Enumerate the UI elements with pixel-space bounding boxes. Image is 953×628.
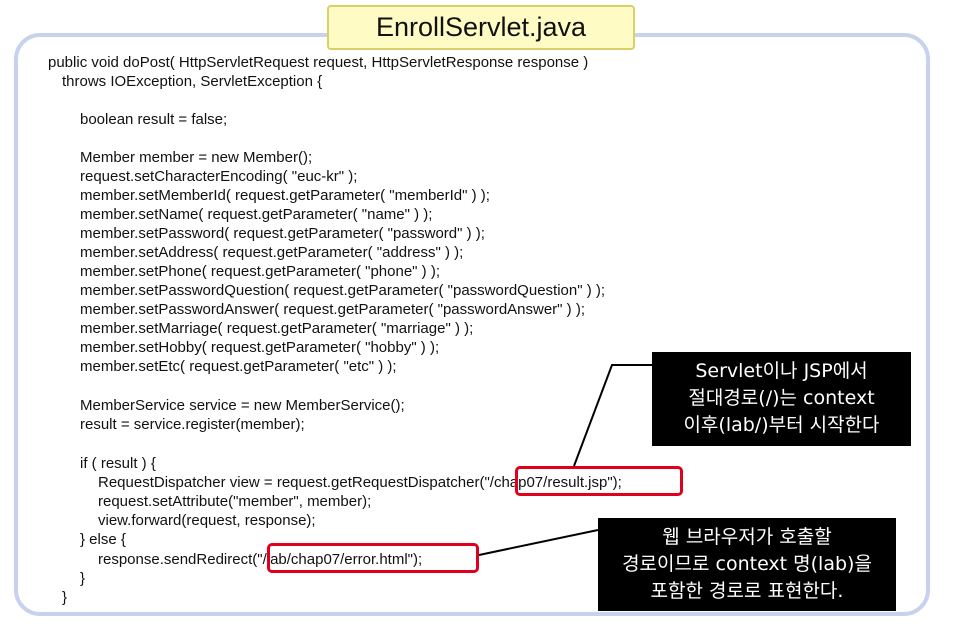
callout-absolute-path: Servlet이나 JSP에서 절대경로(/)는 context 이후(lab/… <box>652 352 911 446</box>
callout-browser-path: 웹 브라우저가 호출할 경로이므로 context 명(lab)을 포함한 경로… <box>598 518 896 611</box>
callout-line: 웹 브라우저가 호출할 <box>662 526 832 548</box>
connector-browser-path <box>478 529 599 556</box>
callout-line: 경로이므로 context 명(lab)을 <box>622 553 872 575</box>
callout-line: 절대경로(/)는 context <box>688 387 875 409</box>
callout-line: Servlet이나 JSP에서 <box>695 360 868 382</box>
callout-line: 이후(lab/)부터 시작한다 <box>683 414 880 436</box>
callout-line: 포함한 경로로 표현한다. <box>650 580 844 602</box>
connector-absolute-path <box>573 364 655 467</box>
